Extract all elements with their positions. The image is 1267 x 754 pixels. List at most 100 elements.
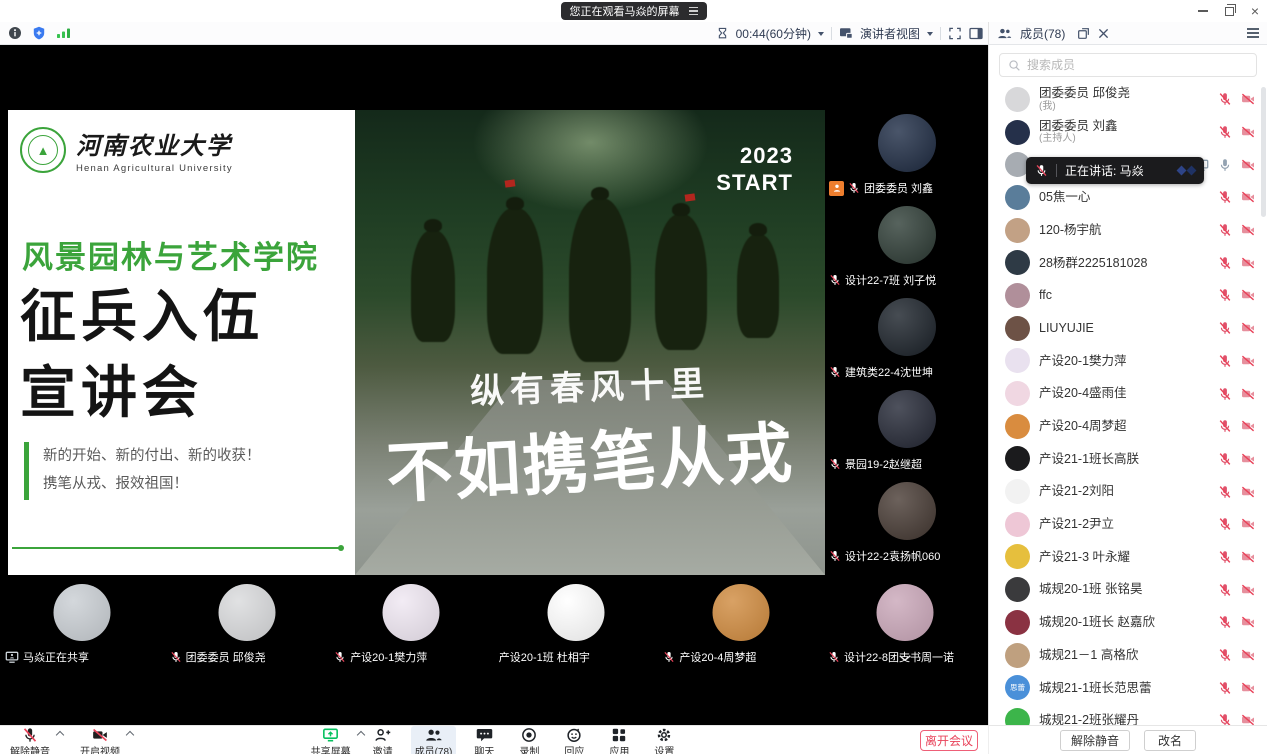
members-button[interactable]: 成员(78) [411,726,457,754]
camera-off-icon [1241,190,1255,204]
camera-off-icon [1241,419,1255,433]
close-button[interactable]: × [1251,4,1259,18]
participant-avatar [383,584,440,641]
video-tile-label: 产设20-1樊力萍 [334,649,427,665]
search-input[interactable] [1027,58,1248,72]
member-row[interactable]: LIUYUJIE [989,312,1267,345]
video-tile[interactable]: 团委委员 刘鑫 [825,107,988,199]
mic-muted-icon [1218,550,1232,564]
camera-off-icon [1241,583,1255,597]
member-row[interactable]: 120-杨宇航 [989,214,1267,247]
member-row[interactable]: 产设21-1班长高朕 [989,443,1267,476]
record-icon [521,727,537,743]
mic-muted-icon [1218,190,1232,204]
member-name: 产设21-2刘阳 [1039,484,1114,498]
participant-name: 建筑类22-4沈世坤 [845,364,933,380]
panel-menu-icon[interactable] [1247,28,1259,38]
share-options-chevron[interactable] [356,731,364,739]
video-tile-label: 设计22-2袁扬帆060 [829,548,940,564]
chat-button[interactable]: 聊天 [467,726,501,754]
fullscreen-icon[interactable] [948,27,962,40]
video-tile[interactable]: 设计22-8团支书周一诺 [823,577,988,670]
leave-meeting-button[interactable]: 离开会议 [920,730,978,751]
hourglass-icon [716,27,729,40]
side-panel-icon[interactable] [969,27,983,40]
camera-off-icon [1241,223,1255,237]
timer-dropdown-icon[interactable] [818,32,824,36]
member-list-scrollbar[interactable] [1261,87,1266,217]
watching-banner[interactable]: 您正在观看马焱的屏幕 [561,2,707,20]
settings-button[interactable]: 设置 [647,726,681,754]
member-row[interactable]: 产设21-2尹立 [989,508,1267,541]
apps-button[interactable]: 应用 [602,726,636,754]
video-tile[interactable]: 马焱正在共享 [0,577,165,670]
members-panel-title: 成员(78) [1020,25,1065,42]
share-screen-button[interactable]: 共享屏幕 [307,726,355,754]
member-row[interactable]: 产设20-4周梦超 [989,410,1267,443]
member-name: 28杨群2225181028 [1039,256,1147,270]
member-row[interactable]: 城规21－1 高格欣 [989,639,1267,672]
participant-avatar [878,390,936,448]
restore-button[interactable] [1225,7,1234,16]
security-shield-icon[interactable] [32,26,46,40]
mic-muted-icon [829,458,841,470]
mic-muted-icon [1218,321,1232,335]
record-label: 录制 [519,743,539,754]
record-button[interactable]: 录制 [512,726,546,754]
panel-unmute-button[interactable]: 解除静音 [1060,730,1130,751]
participant-name: 团委委员 刘鑫 [864,180,933,196]
member-avatar [1005,643,1030,668]
member-row[interactable]: 思蕾 城规21-1班长范思蕾 [989,671,1267,704]
member-status-icons [1218,321,1255,335]
video-tile[interactable]: 产设20-1樊力萍 [329,577,494,670]
meeting-info-icon[interactable] [8,26,22,40]
member-row[interactable]: 城规20-1班长 赵嘉欣 [989,606,1267,639]
mic-muted-icon [1218,485,1232,499]
video-tile[interactable]: 产设20-4周梦超 [658,577,823,670]
banner-menu-icon[interactable] [689,7,698,15]
mic-muted-icon [829,366,841,378]
video-tile[interactable]: 产设20-1班 杜相宇 [494,577,659,670]
close-panel-icon[interactable] [1098,28,1109,39]
member-row[interactable]: 05焦一心 [989,181,1267,214]
popout-panel-icon[interactable] [1077,27,1090,40]
member-row[interactable]: 产设21-3 叶永耀 [989,541,1267,574]
member-row[interactable]: 团委委员 邱俊尧 (我) [989,83,1267,116]
filmstrip-collapse-chevron[interactable] [898,654,912,662]
mic-muted-icon [848,182,860,194]
participant-name: 景园19-2赵继超 [845,456,922,472]
member-row[interactable]: 产设20-1樊力萍 [989,345,1267,378]
minimize-button[interactable] [1198,10,1208,12]
college-name: 风景园林与艺术学院 [22,232,319,277]
member-status-icons [1218,387,1255,401]
video-strip-vertical: 团委委员 刘鑫 设计22-7班 刘子悦 建筑类22-4沈世坤 景园19-2赵继超… [825,107,988,567]
member-row[interactable]: ffc [989,279,1267,312]
video-tile[interactable]: 景园19-2赵继超 [825,383,988,475]
member-row[interactable]: 团委委员 刘鑫 (主持人) [989,116,1267,149]
participant-avatar [548,584,605,641]
video-tile[interactable]: 团委委员 邱俊尧 [165,577,330,670]
video-tile[interactable]: 设计22-7班 刘子悦 [825,199,988,291]
participant-name: 设计22-7班 刘子悦 [845,272,936,288]
member-row[interactable]: 产设21-2刘阳 [989,475,1267,508]
video-tile[interactable]: 建筑类22-4沈世坤 [825,291,988,383]
member-row[interactable]: 28杨群2225181028 [989,246,1267,279]
university-seal-icon: ▲ [20,127,66,173]
mic-muted-icon [663,651,675,663]
video-tile[interactable]: 设计22-2袁扬帆060 [825,475,988,567]
view-mode-label[interactable]: 演讲者视图 [860,25,920,42]
camera-off-icon [1241,550,1255,564]
network-signal-icon[interactable] [56,27,71,39]
view-dropdown-icon[interactable] [927,32,933,36]
member-row[interactable]: 城规21-2班张耀丹 [989,704,1267,725]
member-name: 产设21-3 叶永耀 [1039,550,1130,564]
member-name: 团委委员 邱俊尧 [1039,86,1130,100]
reactions-button[interactable]: 回应 [557,726,591,754]
member-row[interactable]: 产设20-4盛雨佳 [989,377,1267,410]
member-avatar [1005,479,1030,504]
member-row[interactable]: 城规20-1班 张铭昊 [989,573,1267,606]
mic-muted-icon [1035,164,1048,177]
panel-rename-button[interactable]: 改名 [1144,730,1196,751]
invite-button[interactable]: 邀请 [366,726,400,754]
member-name: 产设21-1班长高朕 [1039,452,1139,466]
